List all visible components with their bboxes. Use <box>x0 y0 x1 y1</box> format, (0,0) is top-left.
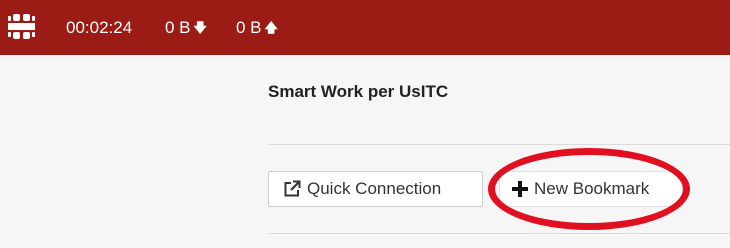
fortinet-logo-icon[interactable] <box>8 14 35 39</box>
session-timer: 00:02:24 <box>66 18 133 37</box>
page-title: Smart Work per UsITC <box>268 82 449 101</box>
arrow-down-icon: 🡇 <box>193 20 207 35</box>
new-bookmark-label: New Bookmark <box>534 179 650 198</box>
external-link-icon <box>283 180 301 198</box>
download-value: 0 B <box>165 18 191 37</box>
new-bookmark-button[interactable]: New Bookmark <box>499 171 683 207</box>
top-bar: 00:02:24 0 B 🡇 0 B 🡅 <box>0 0 730 55</box>
plus-icon <box>512 181 528 197</box>
download-stat: 0 B 🡇 <box>165 18 207 39</box>
upload-stat: 0 B 🡅 <box>236 18 278 39</box>
divider-bottom <box>268 233 730 234</box>
arrow-up-icon: 🡅 <box>264 20 278 35</box>
quick-connection-button[interactable]: Quick Connection <box>268 171 483 207</box>
divider-top <box>268 144 730 145</box>
quick-connection-label: Quick Connection <box>307 179 442 198</box>
upload-value: 0 B <box>236 18 262 37</box>
